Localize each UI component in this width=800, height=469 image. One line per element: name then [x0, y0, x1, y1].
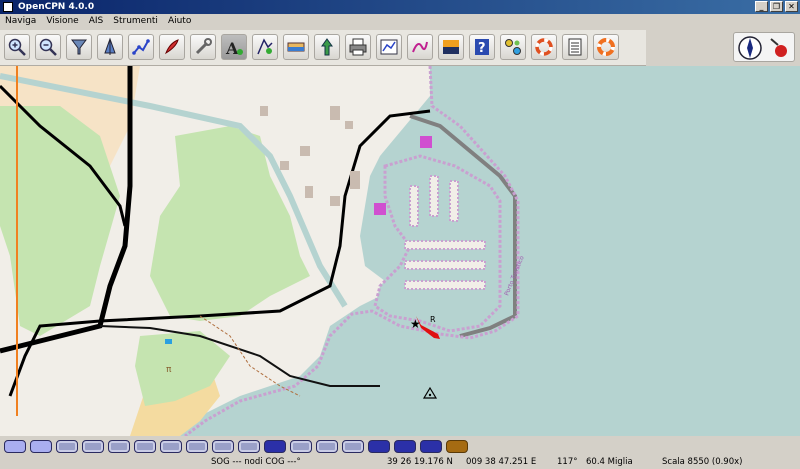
- settings-button[interactable]: [190, 34, 216, 60]
- help-icon: ?: [475, 39, 489, 56]
- latitude-status: 39 26 19.176 N: [387, 457, 453, 467]
- status-bar: SOG --- nodi COG ---° 39 26 19.176 N 009…: [0, 456, 800, 469]
- toggle-tracking-icon: [257, 38, 273, 55]
- longitude-status: 009 38 47.251 E: [466, 457, 537, 467]
- boat-button[interactable]: [97, 34, 123, 60]
- restore-button[interactable]: ❐: [770, 1, 783, 12]
- compass-widget[interactable]: [733, 32, 795, 62]
- list-icon: [568, 38, 582, 56]
- svg-text:π: π: [166, 365, 172, 375]
- chart-piano-key[interactable]: [420, 439, 442, 453]
- chart-piano-key[interactable]: [82, 439, 104, 453]
- menu-naviga[interactable]: Naviga: [0, 14, 41, 29]
- ais-icon: [505, 39, 521, 55]
- picnic-icon: π: [166, 365, 172, 375]
- chart-piano-key[interactable]: [134, 439, 156, 453]
- chart-piano-key[interactable]: [160, 439, 182, 453]
- svg-text:★: ★: [410, 317, 421, 331]
- toggle-tracking-button[interactable]: [252, 34, 278, 60]
- route-icon: [132, 39, 150, 55]
- menu-strumenti[interactable]: Strumenti: [108, 14, 163, 29]
- chart-piano-key[interactable]: [368, 439, 390, 453]
- follow-ship-button[interactable]: [159, 34, 185, 60]
- title-bar: OpenCPN 4.0.0 _ ❐ ✕: [0, 0, 800, 14]
- mob-icon: [535, 38, 553, 56]
- settings-wrench-icon: [195, 38, 212, 55]
- close-button[interactable]: ✕: [785, 1, 798, 12]
- chart-piano-key[interactable]: [264, 439, 286, 453]
- chart-piano-key[interactable]: [186, 439, 208, 453]
- chart-piano-key[interactable]: [238, 439, 260, 453]
- minimize-button[interactable]: _: [755, 1, 768, 12]
- chart-piano-bar: [0, 436, 800, 456]
- text-annotation-button[interactable]: A: [221, 34, 247, 60]
- print-icon: [349, 38, 367, 56]
- zoom-in-button[interactable]: [4, 34, 30, 60]
- main-toolbar: A ?: [0, 30, 646, 66]
- color-scheme-icon: [443, 40, 459, 54]
- sog-cog-status: SOG --- nodi COG ---°: [211, 457, 301, 467]
- compass-icon: [738, 36, 762, 60]
- distance-status: 60.4 Miglia: [586, 457, 633, 467]
- app-icon: [3, 2, 13, 12]
- lifebuoy-icon: [597, 38, 615, 56]
- chart-piano-key[interactable]: [56, 439, 78, 453]
- chart-piano-key[interactable]: [4, 439, 26, 453]
- route-manager-icon: [380, 39, 398, 55]
- chart-piano-key[interactable]: [212, 439, 234, 453]
- tide-icon: [287, 42, 305, 52]
- window-title: OpenCPN 4.0.0: [18, 2, 95, 12]
- chart-piano-key[interactable]: [30, 439, 52, 453]
- menu-ais[interactable]: AIS: [84, 14, 109, 29]
- mob-button[interactable]: [531, 34, 557, 60]
- zoom-out-button[interactable]: [35, 34, 61, 60]
- list-button[interactable]: [562, 34, 588, 60]
- gps-status-icon: [770, 38, 787, 57]
- color-scheme-button[interactable]: [438, 34, 464, 60]
- svg-text:A: A: [225, 39, 239, 57]
- zoom-in-icon: [8, 38, 26, 56]
- menu-aiuto[interactable]: Aiuto: [163, 14, 196, 29]
- svg-text:?: ?: [478, 41, 486, 56]
- ownship-label: R: [430, 315, 436, 324]
- route-manager-button[interactable]: [376, 34, 402, 60]
- chart-piano-key[interactable]: [108, 439, 130, 453]
- track-icon: [412, 41, 428, 53]
- text-annotation-icon: A: [225, 39, 243, 57]
- track-button[interactable]: [407, 34, 433, 60]
- chart-piano-key[interactable]: [316, 439, 338, 453]
- help-button[interactable]: ?: [469, 34, 495, 60]
- current-button[interactable]: [314, 34, 340, 60]
- chart-piano-key[interactable]: [394, 439, 416, 453]
- chart-canvas[interactable]: Porto Turistico ★ R π: [0, 66, 800, 436]
- chart-piano-key[interactable]: [290, 439, 312, 453]
- menu-visione[interactable]: Visione: [41, 14, 83, 29]
- route-button[interactable]: [128, 34, 154, 60]
- menu-bar: Naviga Visione AIS Strumenti Aiuto: [0, 14, 800, 29]
- zoom-out-icon: [39, 38, 57, 56]
- current-icon: [321, 38, 333, 56]
- chart-piano-key[interactable]: [342, 439, 364, 453]
- lifebuoy-button[interactable]: [593, 34, 619, 60]
- print-button[interactable]: [345, 34, 371, 60]
- follow-ship-icon: [164, 39, 179, 55]
- chart-piano-key[interactable]: [446, 439, 468, 453]
- scale-status: Scala 8550 (0.90x): [662, 457, 743, 467]
- campsite-icon: [165, 339, 172, 344]
- scale-filter-button[interactable]: [66, 34, 92, 60]
- tide-button[interactable]: [283, 34, 309, 60]
- scale-filter-icon: [71, 39, 87, 55]
- bearing-status: 117°: [557, 457, 578, 467]
- boat-icon: [104, 37, 116, 55]
- ais-button[interactable]: [500, 34, 526, 60]
